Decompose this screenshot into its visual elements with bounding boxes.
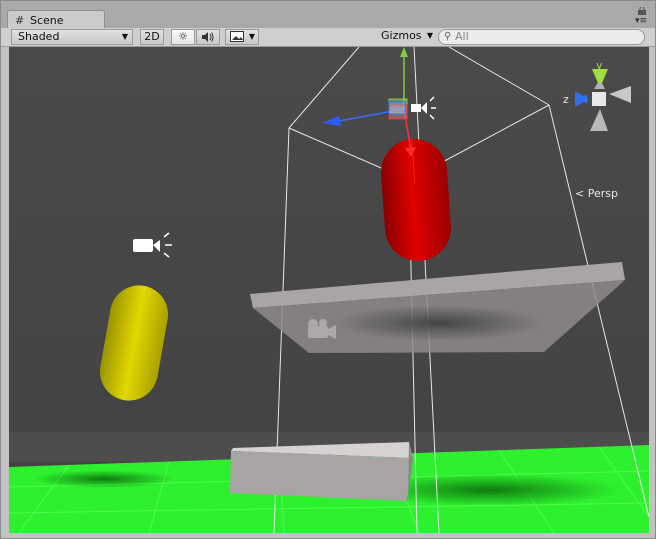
scene-viewport[interactable]: y z < Persp	[9, 47, 649, 533]
2d-toggle-button[interactable]: 2D	[140, 29, 164, 45]
lighting-toggle-button[interactable]: ☼	[171, 29, 195, 45]
lock-icon[interactable]	[637, 7, 647, 15]
scene-canvas: y z	[9, 47, 649, 533]
projection-toggle[interactable]: < Persp	[575, 187, 618, 200]
search-input[interactable]: ⚲ All	[438, 29, 645, 45]
sun-icon: ☼	[178, 30, 188, 43]
axis-y-label: y	[596, 59, 603, 72]
red-capsule[interactable]	[379, 137, 453, 263]
base-box[interactable]	[230, 442, 413, 501]
axis-z-label: z	[563, 93, 569, 106]
speaker-icon	[202, 32, 214, 42]
chevron-down-icon: ▼	[426, 31, 433, 40]
audio-toggle-button[interactable]	[196, 29, 220, 45]
draw-mode-dropdown[interactable]: Shaded ▼	[11, 29, 133, 45]
scene-window: # Scene ▾≡ Shaded ▼ 2D ☼ ▼ Gizmos ▼ ⚲ Al…	[0, 0, 656, 539]
gizmos-dropdown[interactable]: Gizmos ▼	[377, 29, 433, 45]
search-placeholder: All	[455, 30, 469, 43]
chevron-down-icon: ▼	[248, 32, 255, 41]
draw-mode-label: Shaded	[18, 30, 60, 43]
scene-toolbar: Shaded ▼ 2D ☼ ▼ Gizmos ▼ ⚲ All	[1, 28, 655, 47]
tab-scene-label: Scene	[30, 14, 64, 27]
projection-label: Persp	[587, 187, 618, 200]
grid-icon: #	[15, 14, 25, 27]
tab-scene[interactable]: # Scene	[7, 10, 105, 28]
gizmos-label: Gizmos	[381, 29, 422, 42]
chevron-down-icon: ▼	[121, 32, 128, 41]
chevron-left-icon: <	[575, 187, 585, 200]
effects-toggle-button[interactable]: ▼	[225, 29, 259, 45]
search-icon: ⚲	[444, 31, 452, 42]
window-controls: ▾≡	[631, 7, 647, 26]
tab-bar: # Scene ▾≡	[1, 1, 655, 28]
window-menu-icon[interactable]: ▾≡	[635, 17, 647, 26]
image-icon	[230, 31, 244, 42]
